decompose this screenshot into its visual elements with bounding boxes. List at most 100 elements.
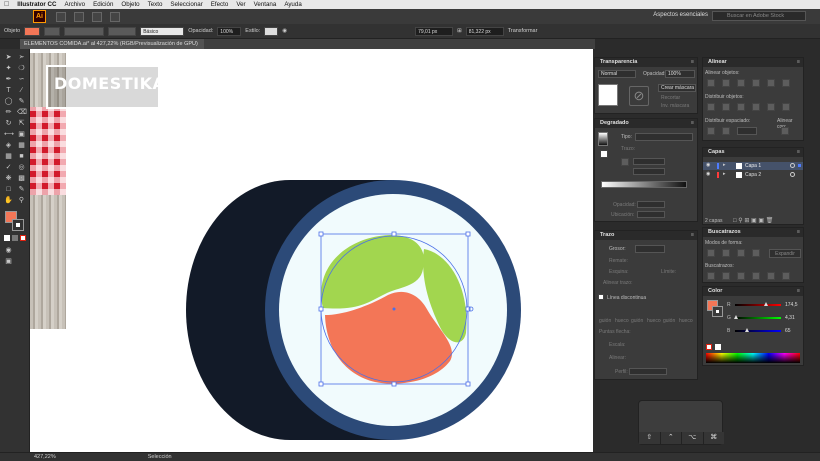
artboard-canvas[interactable]: DOMESTIKA <box>30 49 593 452</box>
color-stroke-swatch[interactable] <box>712 306 723 317</box>
stroke-weight-field[interactable] <box>64 26 105 36</box>
create-mask-button[interactable]: Crear máscara <box>658 84 696 92</box>
opacity-field[interactable]: 100% <box>217 26 242 36</box>
scale-tool-icon[interactable]: ⇱ <box>17 119 26 128</box>
type-tool-icon[interactable]: T <box>4 86 13 95</box>
menu-ayuda[interactable]: Ayuda <box>284 1 301 8</box>
free-transform-icon[interactable]: ▣ <box>17 130 26 139</box>
visibility-eye-icon[interactable]: ◉ <box>706 162 710 168</box>
clip-checkbox[interactable]: Recortar <box>661 95 680 101</box>
invert-mask-checkbox[interactable]: Inv. máscara <box>661 103 689 109</box>
eyedropper-icon[interactable]: ✓ <box>4 163 13 172</box>
distribute-left-icon[interactable] <box>752 103 760 111</box>
panel-menu-icon[interactable]: ≡ <box>691 231 694 240</box>
align-to-selection-icon[interactable] <box>781 127 789 135</box>
eraser-icon[interactable]: ⌫ <box>17 108 27 117</box>
menu-ventana[interactable]: Ventana <box>254 1 277 8</box>
spacing-value-field[interactable] <box>737 127 757 135</box>
channel-value[interactable]: 65 <box>785 328 791 334</box>
align-vcenter-icon[interactable] <box>767 79 775 87</box>
visibility-eye-icon[interactable]: ◉ <box>706 171 710 177</box>
magic-wand-icon[interactable]: ✦ <box>4 64 13 73</box>
variable-width-field[interactable] <box>108 26 137 36</box>
trim-icon[interactable] <box>722 272 730 280</box>
stock-icon[interactable] <box>74 11 84 22</box>
graph-tool-icon[interactable]: ▩ <box>17 174 26 183</box>
align-left-icon[interactable] <box>707 79 715 87</box>
draw-mode-icon[interactable]: ◉ <box>4 246 13 255</box>
distribute-hcenter-icon[interactable] <box>767 103 775 111</box>
gradient-location-field[interactable] <box>637 211 665 218</box>
menu-app-name[interactable]: Illustrator CC <box>17 1 56 8</box>
dashed-line-checkbox[interactable] <box>598 294 604 300</box>
option-key-icon[interactable]: ⌥ <box>682 432 704 444</box>
rotate-tool-icon[interactable]: ↻ <box>4 119 13 128</box>
screen-mode-icon[interactable]: ▣ <box>4 257 13 266</box>
gradient-opacity-field[interactable] <box>637 201 665 208</box>
color-spectrum[interactable] <box>706 353 800 363</box>
gradient-thumbnail[interactable] <box>598 132 608 146</box>
arrange-documents-icon[interactable] <box>92 11 102 22</box>
control-key-icon[interactable]: ⌃ <box>660 432 682 444</box>
channel-slider-thumb[interactable] <box>764 302 769 306</box>
expand-button[interactable]: Expandir <box>769 249 801 258</box>
transform-button[interactable]: Transformar <box>508 28 538 34</box>
intersect-icon[interactable] <box>737 249 745 257</box>
paintbrush-icon[interactable]: ✎ <box>17 97 26 106</box>
gradient-fill-swatch[interactable] <box>600 150 608 158</box>
layer-1-target-icon[interactable] <box>790 163 795 168</box>
divide-icon[interactable] <box>707 272 715 280</box>
zoom-level[interactable]: 427,22% <box>34 454 56 460</box>
channel-slider[interactable] <box>735 302 781 306</box>
distribute-right-icon[interactable] <box>782 103 790 111</box>
spacing-horizontal-icon[interactable] <box>722 127 730 135</box>
color-mode-icon[interactable] <box>4 235 10 241</box>
channel-slider-thumb[interactable] <box>744 328 749 332</box>
none-mode-icon[interactable] <box>20 235 26 241</box>
channel-slider[interactable] <box>733 315 781 319</box>
unite-icon[interactable] <box>707 249 715 257</box>
align-bottom-icon[interactable] <box>782 79 790 87</box>
panel-menu-icon[interactable]: ≡ <box>797 287 800 296</box>
menu-ver[interactable]: Ver <box>236 1 245 8</box>
perspective-grid-icon[interactable]: ▦ <box>17 141 26 150</box>
minus-front-icon[interactable] <box>722 249 730 257</box>
curvature-tool-icon[interactable]: ∽ <box>17 75 26 84</box>
panel-menu-icon[interactable]: ≡ <box>797 148 800 157</box>
channel-slider[interactable] <box>735 328 781 332</box>
distribute-bottom-icon[interactable] <box>737 103 745 111</box>
stroke-color-swatch[interactable] <box>12 219 24 231</box>
layer-row-2[interactable]: ◉ ▸ Capa 2 <box>703 171 803 179</box>
command-key-icon[interactable]: ⌘ <box>703 432 724 444</box>
blend-tool-icon[interactable]: ◎ <box>17 163 26 172</box>
crop-icon[interactable] <box>752 272 760 280</box>
fill-swatch[interactable] <box>24 26 41 36</box>
pencil-icon[interactable]: ✏ <box>4 108 13 117</box>
gradient-mode-icon[interactable] <box>12 235 18 241</box>
gradient-type-select[interactable] <box>635 133 693 141</box>
width-field[interactable]: 79,01 px <box>415 26 454 36</box>
stroke-weight-input[interactable] <box>635 245 665 253</box>
apple-icon[interactable]:  <box>4 1 9 8</box>
align-hcenter-icon[interactable] <box>722 79 730 87</box>
distribute-vcenter-icon[interactable] <box>722 103 730 111</box>
symbol-sprayer-icon[interactable]: ❋ <box>4 174 13 183</box>
gradient-tool-icon[interactable]: ■ <box>17 152 26 161</box>
stock-search-input[interactable]: Buscar en Adobe Stock <box>712 11 806 21</box>
menu-efecto[interactable]: Efecto <box>211 1 229 8</box>
gradient-aspect-field[interactable] <box>633 168 665 175</box>
panel-menu-icon[interactable]: ≡ <box>691 58 694 67</box>
height-field[interactable]: 81,322 px <box>465 26 504 36</box>
exclude-icon[interactable] <box>752 249 760 257</box>
stroke-style-select[interactable]: Básico <box>140 26 185 36</box>
blend-mode-select[interactable]: Normal <box>598 70 636 78</box>
gpu-performance-icon[interactable] <box>110 11 120 22</box>
direct-selection-tool-icon[interactable]: ➣ <box>17 53 26 62</box>
expand-layer-icon[interactable]: ▸ <box>723 162 726 168</box>
bridge-icon[interactable] <box>56 11 66 22</box>
layer-2-name[interactable]: Capa 2 <box>745 172 761 178</box>
outline-icon[interactable] <box>767 272 775 280</box>
distribute-top-icon[interactable] <box>707 103 715 111</box>
link-proportions-icon[interactable]: ⊞ <box>457 28 462 34</box>
shape-builder-icon[interactable]: ◈ <box>4 141 13 150</box>
